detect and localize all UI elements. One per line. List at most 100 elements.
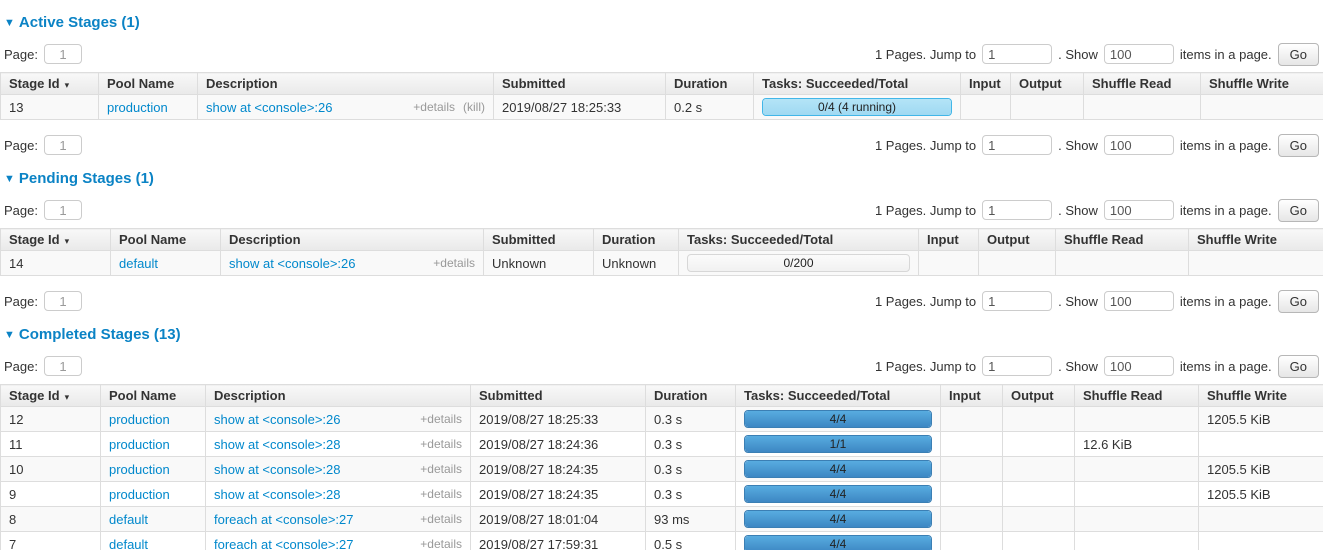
details-toggle[interactable]: +details: [420, 537, 462, 550]
jump-to-page-input[interactable]: [982, 44, 1052, 64]
col-header-input[interactable]: Input: [941, 385, 1003, 407]
go-button[interactable]: Go: [1278, 134, 1319, 157]
col-header-output[interactable]: Output: [979, 229, 1056, 251]
description-link[interactable]: show at <console>:26: [206, 100, 332, 115]
progress-label: 4/4: [745, 486, 931, 502]
jump-to-page-input[interactable]: [982, 356, 1052, 376]
description-link[interactable]: show at <console>:28: [214, 437, 340, 452]
shuffle-read-cell: [1075, 457, 1199, 482]
go-button[interactable]: Go: [1278, 199, 1319, 222]
col-header-tasks[interactable]: Tasks: Succeeded/Total: [679, 229, 919, 251]
page-label: Page:: [4, 294, 38, 309]
pool-name-link[interactable]: production: [107, 100, 168, 115]
pool-name-link[interactable]: production: [109, 437, 170, 452]
col-header-description[interactable]: Description: [206, 385, 471, 407]
col-header-input[interactable]: Input: [919, 229, 979, 251]
jump-to-page-input[interactable]: [982, 200, 1052, 220]
pool-name-link[interactable]: default: [119, 256, 158, 271]
items-suffix-text: items in a page.: [1180, 138, 1272, 153]
col-header-stage-id[interactable]: Stage Id▾: [1, 385, 101, 407]
col-header-shuffle-write[interactable]: Shuffle Write: [1199, 385, 1323, 407]
col-header-input[interactable]: Input: [961, 73, 1011, 95]
output-cell: [1003, 532, 1075, 550]
col-header-duration[interactable]: Duration: [666, 73, 754, 95]
pool-name-link[interactable]: default: [109, 512, 148, 527]
description-cell: show at <console>:28 +details: [206, 482, 471, 507]
details-toggle[interactable]: +details: [420, 412, 462, 426]
go-button[interactable]: Go: [1278, 290, 1319, 313]
shuffle-write-cell: [1201, 95, 1323, 120]
items-per-page-input[interactable]: [1104, 291, 1174, 311]
page-number-input[interactable]: [44, 356, 82, 376]
col-header-duration[interactable]: Duration: [594, 229, 679, 251]
description-link[interactable]: foreach at <console>:27: [214, 537, 354, 550]
submitted-cell: Unknown: [484, 251, 594, 276]
col-header-pool-name[interactable]: Pool Name: [111, 229, 221, 251]
items-per-page-input[interactable]: [1104, 135, 1174, 155]
col-header-shuffle-write[interactable]: Shuffle Write: [1189, 229, 1323, 251]
go-button[interactable]: Go: [1278, 43, 1319, 66]
details-toggle[interactable]: +details: [420, 487, 462, 501]
pool-name-link[interactable]: default: [109, 537, 148, 550]
page-number-input[interactable]: [44, 135, 82, 155]
col-header-output[interactable]: Output: [1003, 385, 1075, 407]
table-header-row: Stage Id▾ Pool Name Description Submitte…: [1, 229, 1323, 251]
description-cell: show at <console>:28 +details: [206, 457, 471, 482]
col-header-output[interactable]: Output: [1011, 73, 1084, 95]
jump-to-page-input[interactable]: [982, 291, 1052, 311]
col-header-stage-id[interactable]: Stage Id▾: [1, 229, 111, 251]
pool-name-link[interactable]: production: [109, 462, 170, 477]
page-number-input[interactable]: [44, 44, 82, 64]
col-header-shuffle-read[interactable]: Shuffle Read: [1084, 73, 1201, 95]
output-cell: [1011, 95, 1084, 120]
pages-total-text: 1 Pages. Jump to: [875, 138, 976, 153]
col-header-submitted[interactable]: Submitted: [494, 73, 666, 95]
jump-to-page-input[interactable]: [982, 135, 1052, 155]
col-header-submitted[interactable]: Submitted: [484, 229, 594, 251]
details-toggle[interactable]: +details: [420, 462, 462, 476]
col-header-tasks[interactable]: Tasks: Succeeded/Total: [736, 385, 941, 407]
stage-id-cell: 12: [1, 407, 101, 432]
completed-stages-heading[interactable]: ▼Completed Stages (13): [4, 326, 1319, 344]
details-toggle[interactable]: +details: [433, 256, 475, 270]
description-link[interactable]: show at <console>:26: [214, 412, 340, 427]
pagination-row: Page: 1 Pages. Jump to . Show items in a…: [4, 290, 1319, 312]
shuffle-write-cell: 1205.5 KiB: [1199, 482, 1323, 507]
table-row: 12 production show at <console>:26 +deta…: [1, 407, 1323, 432]
items-per-page-input[interactable]: [1104, 356, 1174, 376]
table-row: 9 production show at <console>:28 +detai…: [1, 482, 1323, 507]
items-per-page-input[interactable]: [1104, 200, 1174, 220]
pending-stages-heading[interactable]: ▼Pending Stages (1): [4, 170, 1319, 188]
description-link[interactable]: show at <console>:28: [214, 462, 340, 477]
description-cell: show at <console>:28 +details: [206, 432, 471, 457]
pool-name-link[interactable]: production: [109, 412, 170, 427]
details-toggle[interactable]: +details: [420, 512, 462, 526]
col-header-description[interactable]: Description: [221, 229, 484, 251]
col-header-submitted[interactable]: Submitted: [471, 385, 646, 407]
items-per-page-input[interactable]: [1104, 44, 1174, 64]
col-header-shuffle-read[interactable]: Shuffle Read: [1056, 229, 1189, 251]
details-toggle[interactable]: +details: [420, 437, 462, 451]
page-number-input[interactable]: [44, 291, 82, 311]
collapse-arrow-icon: ▼: [4, 327, 15, 344]
col-header-pool-name[interactable]: Pool Name: [101, 385, 206, 407]
description-link[interactable]: foreach at <console>:27: [214, 512, 354, 527]
col-header-shuffle-write[interactable]: Shuffle Write: [1201, 73, 1323, 95]
details-toggle[interactable]: +details: [413, 100, 455, 114]
page-label: Page:: [4, 47, 38, 62]
col-header-tasks[interactable]: Tasks: Succeeded/Total: [754, 73, 961, 95]
kill-link[interactable]: (kill): [463, 100, 485, 114]
col-header-stage-id[interactable]: Stage Id▾: [1, 73, 99, 95]
stage-id-cell: 13: [1, 95, 99, 120]
pool-name-link[interactable]: production: [109, 487, 170, 502]
col-header-pool-name[interactable]: Pool Name: [99, 73, 198, 95]
col-header-shuffle-read[interactable]: Shuffle Read: [1075, 385, 1199, 407]
col-header-description[interactable]: Description: [198, 73, 494, 95]
active-stages-heading[interactable]: ▼Active Stages (1): [4, 14, 1319, 32]
go-button[interactable]: Go: [1278, 355, 1319, 378]
col-header-duration[interactable]: Duration: [646, 385, 736, 407]
description-link[interactable]: show at <console>:28: [214, 487, 340, 502]
page-number-input[interactable]: [44, 200, 82, 220]
description-link[interactable]: show at <console>:26: [229, 256, 355, 271]
pool-name-cell: production: [101, 407, 206, 432]
